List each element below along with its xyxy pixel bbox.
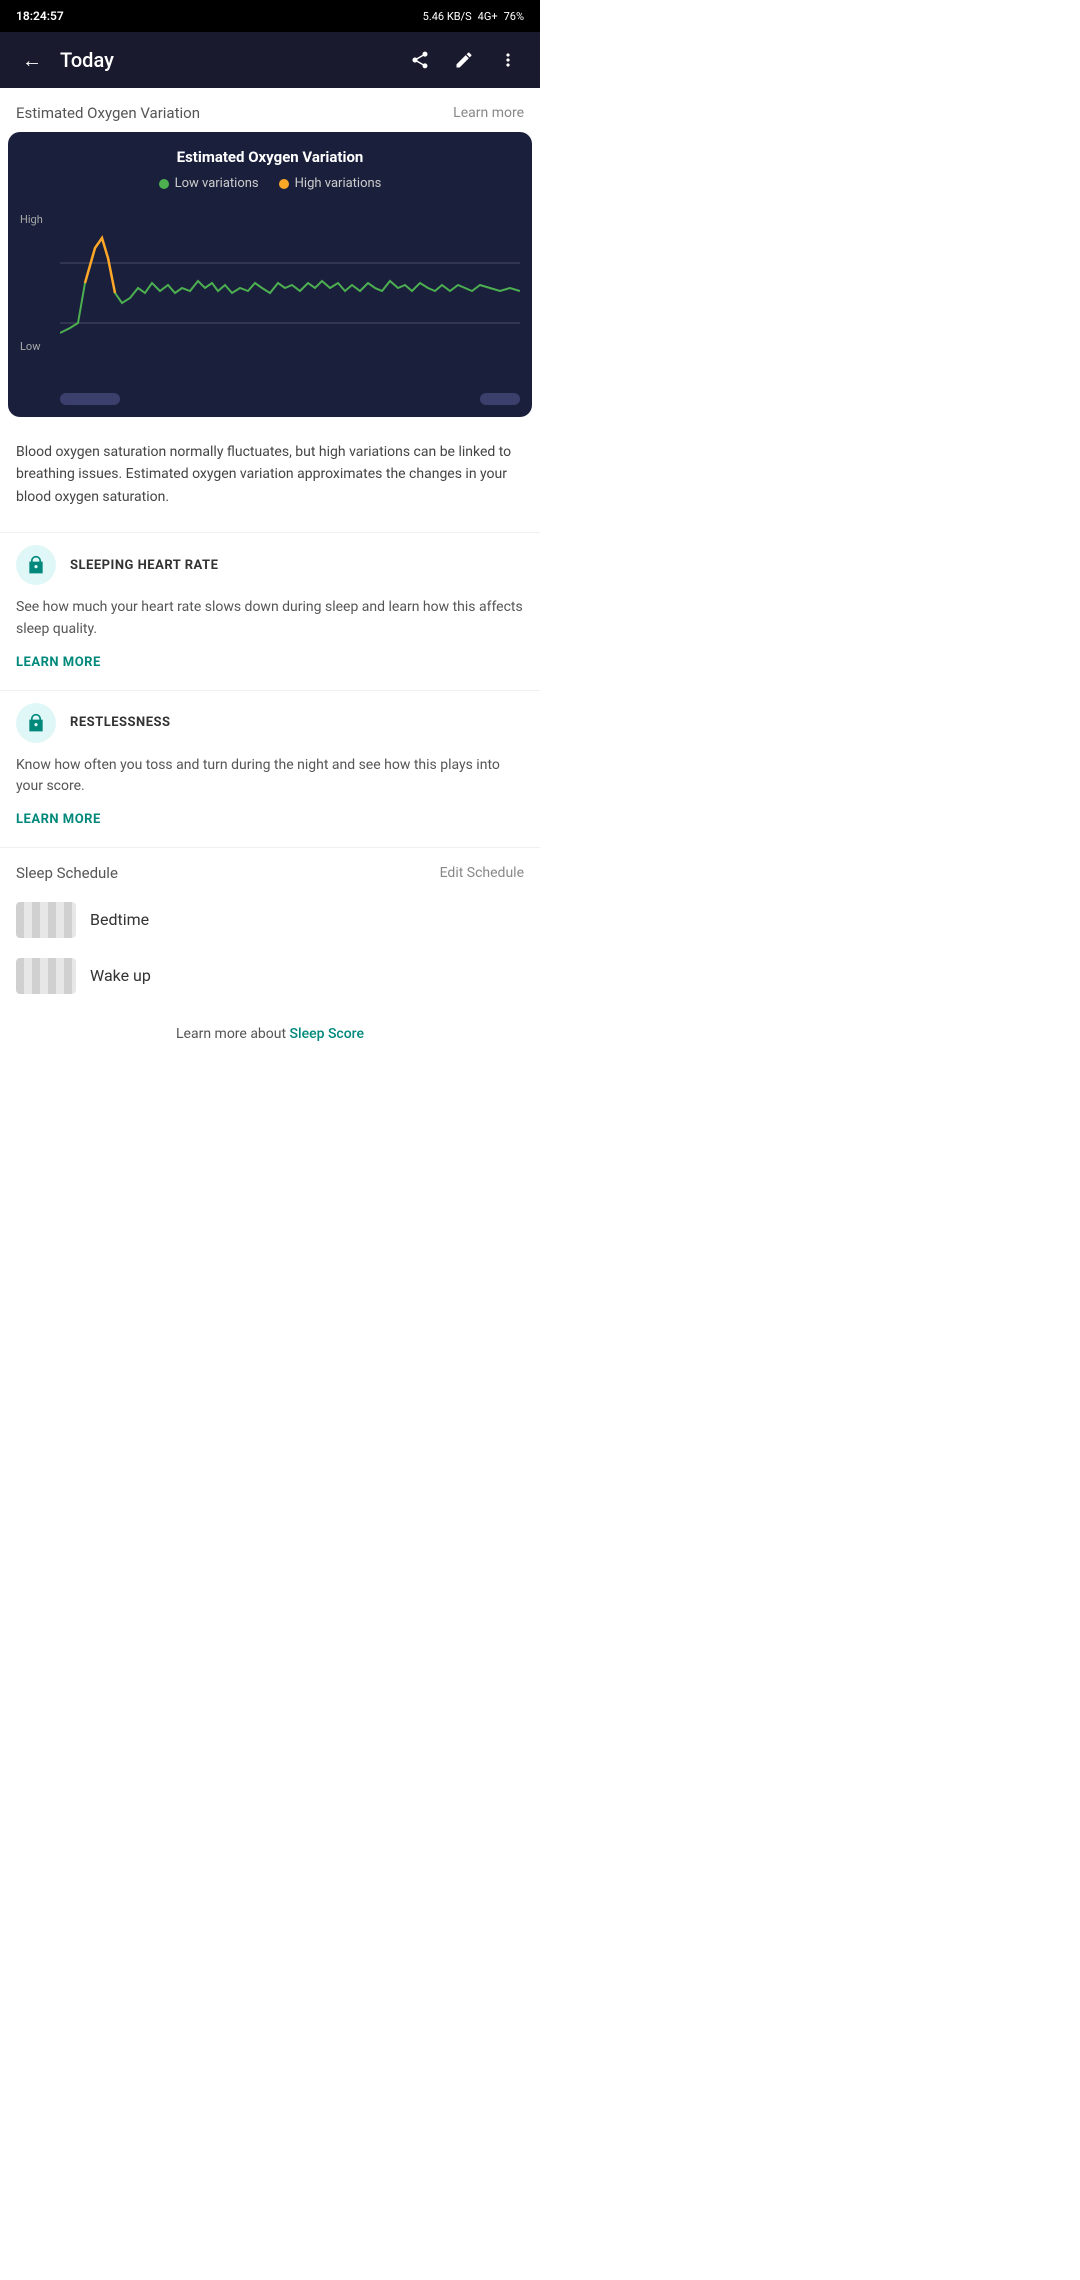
oxygen-description: Blood oxygen saturation normally fluctua… (0, 425, 540, 532)
edit-schedule-link[interactable]: Edit Schedule (440, 865, 524, 881)
main-content: Estimated Oxygen Variation Learn more Es… (0, 88, 540, 1058)
status-network: 4G+ (478, 10, 498, 23)
legend-label-high: High variations (295, 176, 382, 191)
legend-label-low: Low variations (175, 176, 259, 191)
legend-high-variations: High variations (279, 176, 382, 191)
toolbar: ← Today (0, 32, 540, 88)
footer-sleep-score: Learn more about Sleep Score (0, 1006, 540, 1058)
chart-y-labels: High Low (20, 203, 60, 383)
sleep-schedule-header: Sleep Schedule Edit Schedule (0, 847, 540, 894)
wakeup-label: Wake up (90, 966, 151, 985)
sleeping-heart-rate-header: SLEEPING HEART RATE (16, 545, 524, 585)
sleep-score-link[interactable]: Sleep Score (290, 1026, 364, 1042)
legend-dot-high (279, 179, 289, 189)
status-data-speed: 5.46 KB/S (423, 10, 472, 23)
sleeping-heart-rate-section: SLEEPING HEART RATE See how much your he… (0, 532, 540, 689)
footer-text: Learn more about (176, 1026, 290, 1042)
sleeping-heart-rate-learn-more[interactable]: LEARN MORE (16, 655, 524, 670)
oxygen-chart-card: Estimated Oxygen Variation Low variation… (8, 132, 532, 417)
share-button[interactable] (400, 40, 440, 80)
chart-svg-container (60, 203, 520, 383)
sleeping-heart-rate-lock-icon (16, 545, 56, 585)
scrollbar-right-handle[interactable] (480, 393, 520, 405)
bedtime-label: Bedtime (90, 910, 149, 929)
edit-button[interactable] (444, 40, 484, 80)
chart-title: Estimated Oxygen Variation (20, 148, 520, 166)
restlessness-name: RESTLESSNESS (70, 715, 171, 730)
back-button[interactable]: ← (12, 40, 52, 80)
sleep-schedule-title: Sleep Schedule (16, 864, 118, 882)
wakeup-thumbnail (16, 958, 76, 994)
toolbar-actions (400, 40, 528, 80)
status-time: 18:24:57 (16, 9, 64, 23)
restlessness-lock-icon (16, 703, 56, 743)
restlessness-description: Know how often you toss and turn during … (16, 755, 524, 798)
oxygen-section-title: Estimated Oxygen Variation (16, 104, 200, 122)
oxygen-learn-more[interactable]: Learn more (453, 105, 524, 121)
legend-dot-low (159, 179, 169, 189)
chart-area: High Low (20, 203, 520, 383)
restlessness-learn-more[interactable]: LEARN MORE (16, 812, 524, 827)
chart-label-low: Low (20, 340, 60, 353)
status-bar: 18:24:57 5.46 KB/S 4G+ 76% (0, 0, 540, 32)
restlessness-header: RESTLESSNESS (16, 703, 524, 743)
wakeup-item[interactable]: Wake up (0, 950, 540, 1002)
status-battery: 76% (504, 10, 524, 23)
chart-svg (60, 203, 520, 383)
page-title: Today (60, 48, 400, 72)
sleeping-heart-rate-description: See how much your heart rate slows down … (16, 597, 524, 640)
chart-scrollbar[interactable] (20, 389, 520, 409)
scrollbar-left-handle[interactable] (60, 393, 120, 405)
bedtime-item[interactable]: Bedtime (0, 894, 540, 946)
restlessness-section: RESTLESSNESS Know how often you toss and… (0, 690, 540, 847)
bedtime-thumbnail (16, 902, 76, 938)
sleeping-heart-rate-name: SLEEPING HEART RATE (70, 558, 218, 573)
oxygen-section-header: Estimated Oxygen Variation Learn more (0, 88, 540, 132)
more-button[interactable] (488, 40, 528, 80)
chart-legend: Low variations High variations (20, 176, 520, 191)
chart-label-high: High (20, 213, 60, 226)
legend-low-variations: Low variations (159, 176, 259, 191)
status-right: 5.46 KB/S 4G+ 76% (423, 10, 524, 23)
